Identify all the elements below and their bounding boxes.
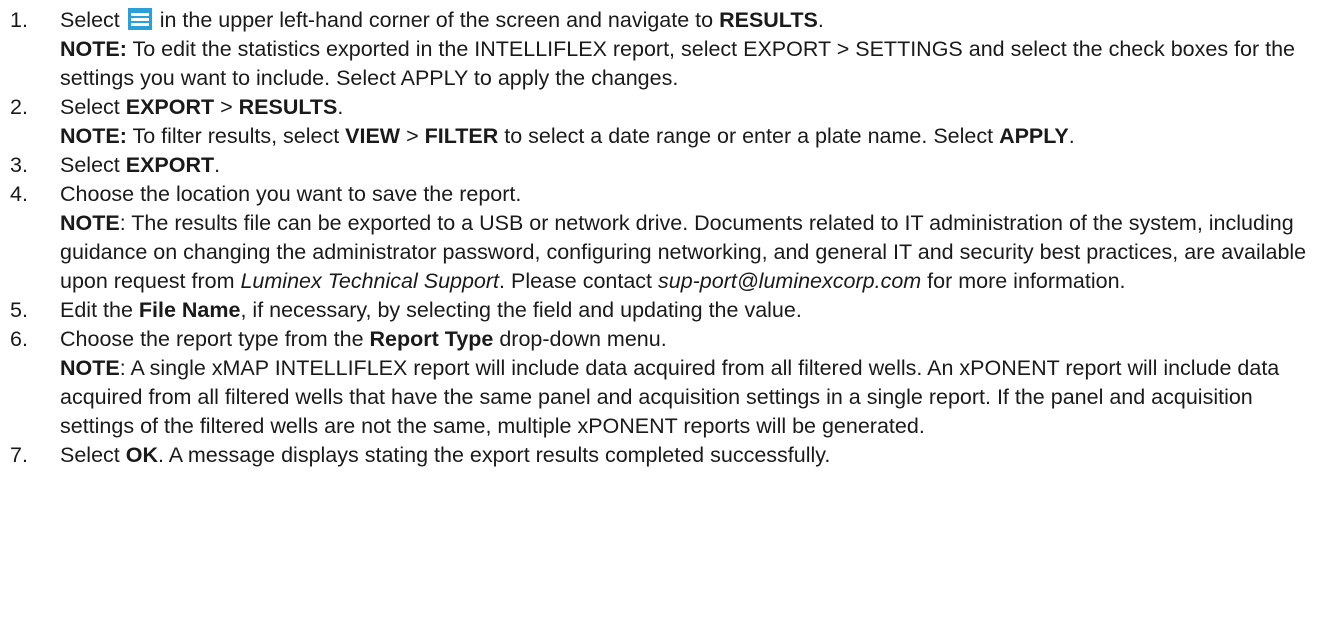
step-4: 4. Choose the location you want to save … [0, 180, 1331, 296]
instruction-list: 1. Select in the upper left-hand corner … [0, 0, 1331, 470]
note-label: NOTE: [60, 37, 127, 61]
step-number: 7. [10, 443, 28, 467]
step-number: 1. [10, 8, 28, 32]
step-text: Select OK. A message displays stating th… [60, 443, 831, 467]
step-5: 5. Edit the File Name, if necessary, by … [0, 296, 1331, 325]
step-note: NOTE: The results file can be exported t… [60, 211, 1307, 293]
step-3: 3. Select EXPORT. [0, 151, 1331, 180]
results-label: RESULTS [719, 8, 818, 32]
step-text: Select in the upper left-hand corner of … [60, 8, 824, 32]
step-note: NOTE: To edit the statistics exported in… [60, 37, 1296, 90]
step-number: 4. [10, 182, 28, 206]
step-number: 6. [10, 327, 28, 351]
step-text: Choose the report type from the Report T… [60, 327, 667, 351]
support-email: sup-port@luminexcorp.com [657, 269, 922, 293]
step-text: Select EXPORT > RESULTS. [60, 95, 344, 119]
hamburger-menu-icon [127, 8, 152, 30]
step-7: 7. Select OK. A message displays stating… [0, 441, 1331, 470]
step-text: Edit the File Name, if necessary, by sel… [60, 298, 802, 322]
step-note: NOTE: A single xMAP INTELLIFLEX report w… [60, 356, 1280, 438]
note-label: NOTE: [60, 124, 127, 148]
step-text: Choose the location you want to save the… [60, 182, 522, 206]
support-name: Luminex Technical Support [240, 269, 500, 293]
note-label: NOTE [60, 211, 120, 235]
step-number: 5. [10, 298, 28, 322]
step-6: 6. Choose the report type from the Repor… [0, 325, 1331, 441]
step-number: 2. [10, 95, 28, 119]
step-1: 1. Select in the upper left-hand corner … [0, 6, 1331, 93]
step-number: 3. [10, 153, 28, 177]
step-2: 2. Select EXPORT > RESULTS. NOTE: To fil… [0, 93, 1331, 151]
step-text: Select EXPORT. [60, 153, 221, 177]
step-note: NOTE: To filter results, select VIEW > F… [60, 124, 1075, 148]
note-label: NOTE [60, 356, 120, 380]
